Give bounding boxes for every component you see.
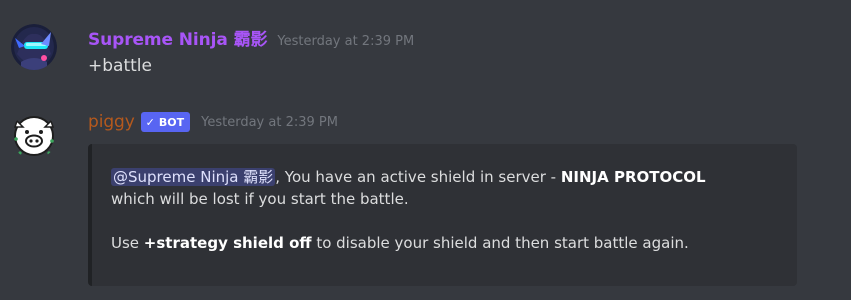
avatar[interactable] xyxy=(11,113,57,159)
timestamp: Yesterday at 2:39 PM xyxy=(277,34,415,49)
verified-check-icon: ✓ xyxy=(145,115,155,129)
pig-avatar-icon xyxy=(11,113,57,159)
embed-text: to disable your shield and then start ba… xyxy=(311,234,689,252)
avatar[interactable] xyxy=(11,24,57,70)
bot-badge-label: BOT xyxy=(158,115,185,129)
server-name: NINJA PROTOCOL xyxy=(560,168,706,186)
ninja-avatar-icon xyxy=(11,24,57,70)
username[interactable]: piggy xyxy=(88,112,135,132)
embed-description: @Supreme Ninja 霸影, You have an active sh… xyxy=(111,166,791,254)
timestamp: Yesterday at 2:39 PM xyxy=(201,114,338,130)
user-mention[interactable]: @Supreme Ninja 霸影 xyxy=(111,168,276,186)
embed: @Supreme Ninja 霸影, You have an active sh… xyxy=(88,144,797,286)
command-text: +strategy shield off xyxy=(143,234,312,252)
message-header: Supreme Ninja 霸影 Yesterday at 2:39 PM xyxy=(88,25,414,50)
embed-text: Use xyxy=(111,234,144,252)
bot-badge: ✓ BOT xyxy=(140,112,191,132)
chat-area: Supreme Ninja 霸影 Yesterday at 2:39 PM +b… xyxy=(0,0,851,300)
message-header: piggy ✓ BOT Yesterday at 2:39 PM xyxy=(88,112,338,132)
embed-text: which will be lost if you start the batt… xyxy=(111,190,409,208)
message-content: +battle xyxy=(88,56,152,76)
username[interactable]: Supreme Ninja 霸影 xyxy=(88,25,267,50)
embed-text: , You have an active shield in server - xyxy=(275,168,561,186)
